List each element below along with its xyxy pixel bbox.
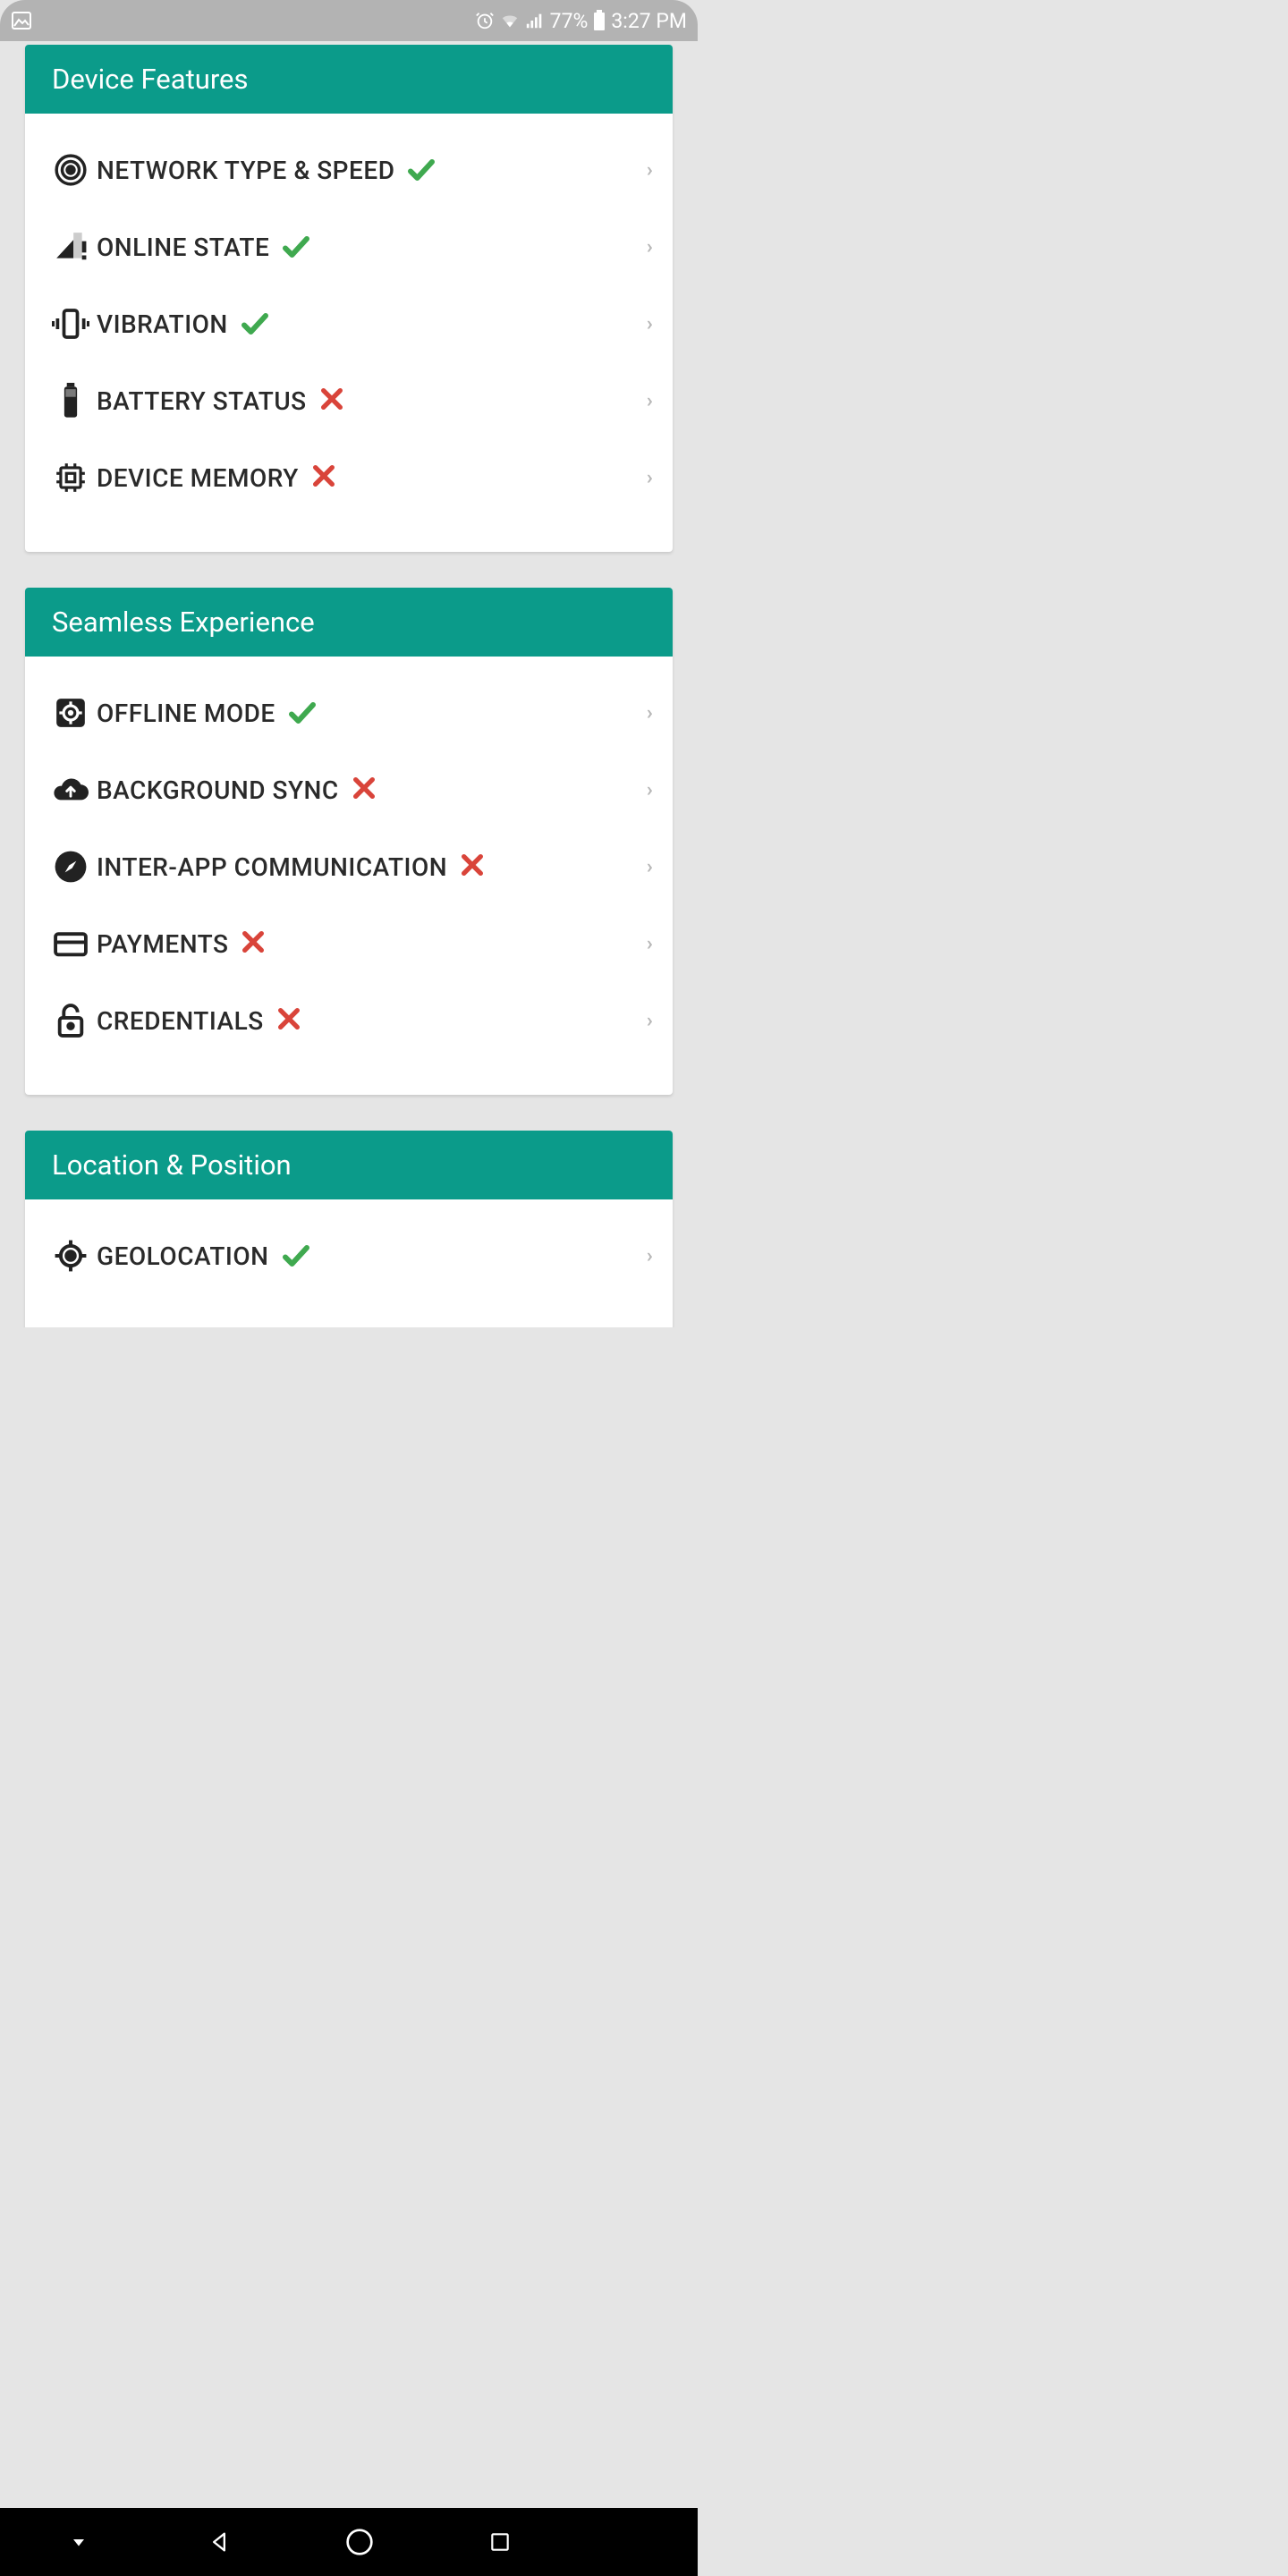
cross-icon <box>239 928 271 960</box>
lock-open-icon <box>50 1000 91 1041</box>
card-location-position: Location & Position GEOLOCATION ›› <box>25 1131 673 1327</box>
chevron-right-icon: ›› <box>647 779 648 801</box>
row-background-sync[interactable]: BACKGROUND SYNC ›› <box>25 751 673 828</box>
cross-icon <box>318 385 350 417</box>
chevron-right-icon: ›› <box>647 1010 648 1032</box>
row-label: INTER-APP COMMUNICATION <box>91 852 447 882</box>
check-icon <box>239 308 271 340</box>
chevron-right-icon: ›› <box>647 313 648 335</box>
content-area: Device Features NETWORK TYPE & SPEED ›› … <box>0 41 698 1327</box>
cross-icon <box>275 1004 307 1037</box>
check-icon <box>405 154 437 186</box>
row-label: DEVICE MEMORY <box>91 463 299 493</box>
row-vibration[interactable]: VIBRATION ›› <box>25 285 673 362</box>
chevron-right-icon: ›› <box>647 236 648 258</box>
row-offline-mode[interactable]: OFFLINE MODE ›› <box>25 674 673 751</box>
broadcast-icon <box>50 149 91 191</box>
section-title: Location & Position <box>25 1131 673 1199</box>
row-geolocation[interactable]: GEOLOCATION ›› <box>25 1217 673 1294</box>
check-icon <box>286 697 318 729</box>
compass-icon <box>50 846 91 887</box>
wifi-icon <box>500 11 520 30</box>
chevron-right-icon: ›› <box>647 159 648 182</box>
battery-pct-label: 77% <box>550 9 589 33</box>
card-icon <box>50 923 91 964</box>
cloud-upload-icon <box>50 769 91 810</box>
row-label: OFFLINE MODE <box>91 699 275 728</box>
battery-icon <box>50 380 91 421</box>
section-title: Seamless Experience <box>25 588 673 657</box>
gallery-icon <box>11 10 32 31</box>
cell-signal-icon <box>525 11 545 30</box>
vibration-icon <box>50 303 91 344</box>
row-payments[interactable]: PAYMENTS ›› <box>25 905 673 982</box>
nav-home-icon[interactable] <box>345 2528 374 2556</box>
row-label: BACKGROUND SYNC <box>91 775 339 805</box>
row-online-state[interactable]: ONLINE STATE ›› <box>25 208 673 285</box>
chevron-right-icon: ›› <box>647 390 648 412</box>
check-icon <box>280 1240 312 1272</box>
nav-back-icon[interactable] <box>205 2528 233 2556</box>
chevron-right-icon: ›› <box>647 702 648 724</box>
alarm-icon <box>475 11 495 30</box>
row-label: GEOLOCATION <box>91 1241 269 1271</box>
chevron-right-icon: ›› <box>647 856 648 878</box>
row-label: VIBRATION <box>91 309 228 339</box>
row-credentials[interactable]: CREDENTIALS ›› <box>25 982 673 1059</box>
row-label: BATTERY STATUS <box>91 386 307 416</box>
row-label: ONLINE STATE <box>91 233 269 262</box>
cross-icon <box>309 462 342 494</box>
battery-icon <box>593 10 606 31</box>
status-bar: 77% 3:27 PM <box>0 0 698 41</box>
signal-alert-icon <box>50 226 91 267</box>
card-device-features: Device Features NETWORK TYPE & SPEED ›› … <box>25 45 673 552</box>
card-seamless-experience: Seamless Experience OFFLINE MODE ›› BACK… <box>25 588 673 1095</box>
row-label: NETWORK TYPE & SPEED <box>91 156 394 185</box>
cross-icon <box>350 774 382 806</box>
chip-icon <box>50 457 91 498</box>
row-inter-app-communication[interactable]: INTER-APP COMMUNICATION ›› <box>25 828 673 905</box>
chevron-right-icon: ›› <box>647 933 648 955</box>
nav-menu-icon[interactable] <box>64 2528 93 2556</box>
row-battery-status[interactable]: BATTERY STATUS ›› <box>25 362 673 439</box>
section-title: Device Features <box>25 45 673 114</box>
nav-bar <box>0 2508 698 2576</box>
row-label: CREDENTIALS <box>91 1006 264 1036</box>
row-label: PAYMENTS <box>91 929 228 959</box>
clock-label: 3:27 PM <box>611 9 687 33</box>
row-device-memory[interactable]: DEVICE MEMORY ›› <box>25 439 673 516</box>
chevron-right-icon: ›› <box>647 467 648 489</box>
nav-recents-icon[interactable] <box>486 2528 514 2556</box>
cross-icon <box>458 851 490 883</box>
chevron-right-icon: ›› <box>647 1245 648 1267</box>
check-icon <box>280 231 312 263</box>
row-network-type-speed[interactable]: NETWORK TYPE & SPEED ›› <box>25 131 673 208</box>
gear-box-icon <box>50 692 91 733</box>
crosshair-icon <box>50 1235 91 1276</box>
